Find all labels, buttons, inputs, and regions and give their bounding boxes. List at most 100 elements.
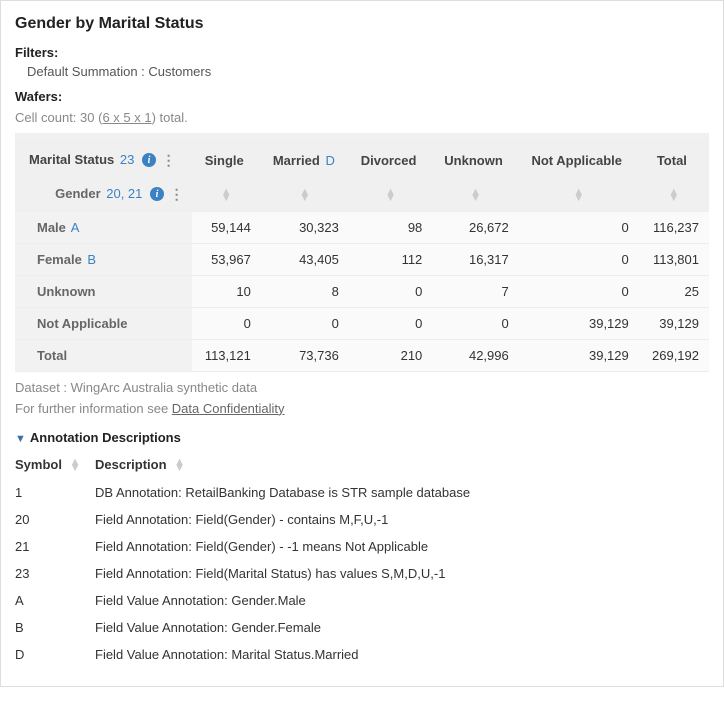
annotation-symbol: 21: [15, 533, 95, 560]
col-label: Married: [273, 153, 320, 168]
data-cell[interactable]: 116,237: [639, 211, 709, 243]
data-cell[interactable]: 39,129: [519, 339, 639, 371]
data-cell[interactable]: 0: [519, 275, 639, 307]
row-header[interactable]: Unknown: [15, 275, 192, 307]
annotation-description: Field Value Annotation: Gender.Female: [95, 614, 709, 641]
sort-toggle[interactable]: ▲▼: [432, 177, 518, 211]
col-dimension-annref[interactable]: 23: [118, 152, 136, 167]
col-header-notapplicable[interactable]: Not Applicable: [519, 143, 639, 177]
col-header-married[interactable]: Married D: [261, 143, 349, 177]
col-annref[interactable]: [416, 153, 420, 168]
col-annref[interactable]: [687, 153, 691, 168]
sort-toggle[interactable]: ▲▼: [639, 177, 709, 211]
annotation-row: AField Value Annotation: Gender.Male: [15, 587, 709, 614]
sort-icon: ▲▼: [668, 189, 679, 201]
col-annref[interactable]: [244, 153, 248, 168]
data-cell[interactable]: 10: [192, 275, 261, 307]
data-cell[interactable]: 73,736: [261, 339, 349, 371]
col-annref[interactable]: D: [323, 153, 336, 168]
data-cell[interactable]: 26,672: [432, 211, 518, 243]
data-cell[interactable]: 113,121: [192, 339, 261, 371]
data-cell[interactable]: 0: [519, 211, 639, 243]
sort-toggle[interactable]: ▲▼: [261, 177, 349, 211]
info-icon[interactable]: i: [150, 187, 164, 201]
data-cell[interactable]: 8: [261, 275, 349, 307]
col-header-total[interactable]: Total: [639, 143, 709, 177]
ann-col-symbol[interactable]: Symbol ▲▼: [15, 451, 95, 479]
row-dimension-annref[interactable]: 20, 21: [104, 186, 144, 201]
col-annref[interactable]: [503, 153, 507, 168]
annotation-description: DB Annotation: RetailBanking Database is…: [95, 478, 709, 506]
row-annref[interactable]: B: [82, 252, 98, 267]
col-header-unknown[interactable]: Unknown: [432, 143, 518, 177]
data-cell[interactable]: 16,317: [432, 243, 518, 275]
data-cell[interactable]: 7: [432, 275, 518, 307]
data-cell[interactable]: 0: [432, 307, 518, 339]
sort-toggle[interactable]: ▲▼: [349, 177, 432, 211]
info-icon[interactable]: i: [142, 153, 156, 167]
kebab-icon[interactable]: ⋮: [170, 186, 182, 203]
table-row: Unknown10807025: [15, 275, 709, 307]
annotations-toggle[interactable]: ▼Annotation Descriptions: [15, 430, 709, 445]
row-label: Not Applicable: [37, 316, 128, 331]
col-header-divorced[interactable]: Divorced: [349, 143, 432, 177]
ann-col-description[interactable]: Description ▲▼: [95, 451, 709, 479]
col-label: Divorced: [361, 153, 417, 168]
col-dimension-header[interactable]: Marital Status 23 i ⋮: [15, 143, 192, 177]
annotation-row: 20Field Annotation: Field(Gender) - cont…: [15, 506, 709, 533]
sort-icon: ▲▼: [385, 189, 396, 201]
cell-count-prefix: Cell count:: [15, 110, 80, 125]
sort-icon: ▲▼: [470, 189, 481, 201]
data-cell[interactable]: 30,323: [261, 211, 349, 243]
row-header[interactable]: Female B: [15, 243, 192, 275]
data-cell[interactable]: 25: [639, 275, 709, 307]
data-cell[interactable]: 39,129: [639, 307, 709, 339]
filters-heading: Filters:: [15, 45, 709, 60]
cell-count-number: 30: [80, 110, 94, 125]
sort-icon: ▲▼: [299, 189, 310, 201]
sort-toggle[interactable]: ▲▼: [192, 177, 261, 211]
data-cell[interactable]: 59,144: [192, 211, 261, 243]
data-cell[interactable]: 42,996: [432, 339, 518, 371]
ann-header-label: Symbol: [15, 457, 62, 472]
col-label: Unknown: [444, 153, 503, 168]
sort-icon: ▲▼: [573, 189, 584, 201]
row-header[interactable]: Total: [15, 339, 192, 371]
data-cell[interactable]: 53,967: [192, 243, 261, 275]
row-label: Unknown: [37, 284, 96, 299]
data-cell[interactable]: 0: [192, 307, 261, 339]
data-cell[interactable]: 269,192: [639, 339, 709, 371]
row-dimension-label: Gender: [55, 186, 101, 201]
row-dimension-header[interactable]: Gender 20, 21 i ⋮: [15, 177, 192, 211]
wafers-heading: Wafers:: [15, 89, 709, 104]
data-cell[interactable]: 113,801: [639, 243, 709, 275]
data-cell[interactable]: 43,405: [261, 243, 349, 275]
data-confidentiality-link[interactable]: Data Confidentiality: [172, 401, 285, 416]
data-cell[interactable]: 39,129: [519, 307, 639, 339]
annotation-row: 21Field Annotation: Field(Gender) - -1 m…: [15, 533, 709, 560]
data-cell[interactable]: 210: [349, 339, 432, 371]
data-cell[interactable]: 0: [261, 307, 349, 339]
kebab-icon[interactable]: ⋮: [162, 152, 174, 169]
sort-toggle[interactable]: ▲▼: [519, 177, 639, 211]
row-label: Female: [37, 252, 82, 267]
col-header-single[interactable]: Single: [192, 143, 261, 177]
annotations-heading: Annotation Descriptions: [30, 430, 181, 445]
cell-count-dims[interactable]: 6 x 5 x 1: [102, 110, 151, 125]
col-annref[interactable]: [622, 153, 626, 168]
data-cell[interactable]: 0: [349, 307, 432, 339]
data-cell[interactable]: 112: [349, 243, 432, 275]
data-cell[interactable]: 0: [349, 275, 432, 307]
table-row: Total113,12173,73621042,99639,129269,192: [15, 339, 709, 371]
row-header[interactable]: Not Applicable: [15, 307, 192, 339]
ann-header-label: Description: [95, 457, 167, 472]
row-annref[interactable]: A: [66, 220, 82, 235]
annotation-symbol: 1: [15, 478, 95, 506]
annotation-row: DField Value Annotation: Marital Status.…: [15, 641, 709, 668]
row-header[interactable]: Male A: [15, 211, 192, 243]
page-title: Gender by Marital Status: [15, 15, 709, 33]
annotation-description: Field Value Annotation: Gender.Male: [95, 587, 709, 614]
data-cell[interactable]: 98: [349, 211, 432, 243]
data-cell[interactable]: 0: [519, 243, 639, 275]
col-label: Single: [205, 153, 244, 168]
